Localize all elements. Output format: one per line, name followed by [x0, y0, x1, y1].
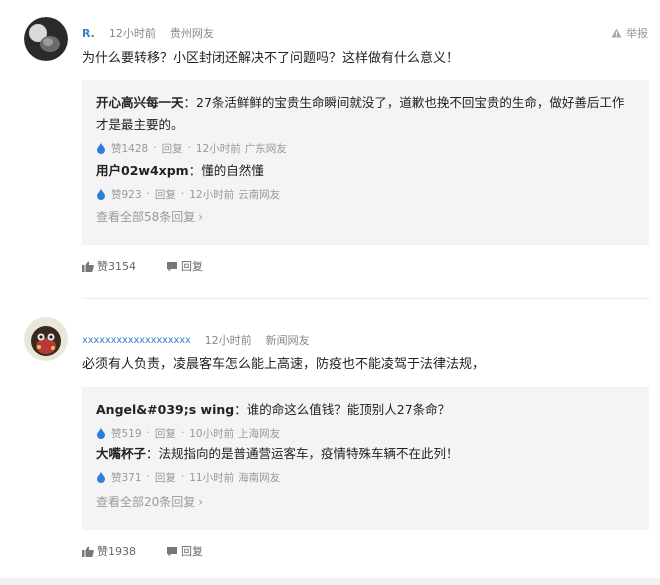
reply-text: ：法规指向的是普通营运客车，疫情特殊车辆不在此列！: [146, 446, 459, 461]
avatar[interactable]: [24, 317, 68, 361]
chevron-right-icon: ›: [198, 494, 204, 509]
reply-text-line: 开心高兴每一天：27条活鲜鲜的宝贵生命瞬间就没了，道歉也挽不回宝贵的生命，做好善…: [96, 92, 636, 136]
like-button[interactable]: 赞3154: [82, 258, 136, 274]
report-label: 举报: [626, 27, 648, 40]
reply-location: 云南网友: [238, 188, 281, 201]
comment-time: 12小时前: [108, 27, 156, 40]
reply-meta: 赞519 · 回复 · 10小时前 上海网友: [96, 425, 636, 441]
view-all-label: 查看全部20条回复: [96, 495, 196, 509]
reply-like-count: 赞371: [111, 471, 142, 484]
view-all-label: 查看全部58条回复: [96, 210, 196, 224]
reply-item: Angel&#039;s wing：谁的命这么值钱？能顶别人27条命？ 赞519…: [96, 399, 636, 441]
chevron-right-icon: ›: [198, 209, 204, 224]
reply-like-count: 赞519: [111, 427, 142, 440]
comment-text: 为什么要转移？小区封闭还解决不了问题吗？这样做有什么意义！: [82, 51, 460, 66]
reply-time: 12小时前: [189, 188, 235, 201]
reply-time: 10小时前: [189, 427, 235, 440]
reply-button[interactable]: 回复: [166, 543, 203, 559]
reply-location: 广东网友: [244, 142, 287, 155]
reply-reply-button[interactable]: 回复: [162, 141, 183, 156]
reply-time: 12小时前: [195, 142, 241, 155]
comment-meta: xxxxxxxxxxxxxxxxxxx 12小时前 新闻网友: [82, 330, 310, 350]
comment-actions: 赞3154 回复: [82, 258, 203, 274]
reply-text-line: 大嘴杯子：法规指向的是普通营运客车，疫情特殊车辆不在此列！: [96, 443, 636, 465]
comment-time: 12小时前: [204, 334, 252, 347]
username-link[interactable]: xxxxxxxxxxxxxxxxxxx: [82, 335, 191, 346]
like-button[interactable]: 赞1938: [82, 543, 136, 559]
comment-item: R. 12小时前 贵州网友 举报 为什么要转移？小区封闭还解决不了问题吗？这样做…: [0, 0, 660, 298]
view-all-replies-link[interactable]: 查看全部20条回复 ›: [96, 493, 203, 510]
reply-item: 用户02w4xpm：懂的自然懂 赞923 · 回复 · 12小时前 云南网友: [96, 160, 636, 202]
comment-actions: 赞1938 回复: [82, 543, 203, 559]
warning-icon: [611, 28, 622, 38]
view-all-replies-link[interactable]: 查看全部58条回复 ›: [96, 208, 203, 225]
bottom-band: [0, 578, 660, 585]
reply-item: 大嘴杯子：法规指向的是普通营运客车，疫情特殊车辆不在此列！ 赞371 · 回复 …: [96, 443, 636, 485]
like-count: 赞1938: [97, 545, 136, 558]
thumbs-up-icon: [97, 471, 105, 483]
report-button[interactable]: 举报: [611, 25, 648, 41]
reply-meta: 赞1428 · 回复 · 12小时前 广东网友: [96, 140, 636, 156]
reply-text: ：谁的命这么值钱？能顶别人27条命？: [234, 402, 451, 417]
thumbs-up-icon: [97, 142, 105, 154]
comment-location: 贵州网友: [169, 27, 214, 40]
comment-item: xxxxxxxxxxxxxxxxxxx 12小时前 新闻网友 必须有人负责，凌晨…: [0, 299, 660, 585]
reply-text-line: 用户02w4xpm：懂的自然懂: [96, 160, 636, 182]
reply-text-line: Angel&#039;s wing：谁的命这么值钱？能顶别人27条命？: [96, 399, 636, 421]
reply-username[interactable]: 开心高兴每一天: [96, 95, 184, 110]
reply-reply-button[interactable]: 回复: [155, 187, 176, 202]
reply-meta: 赞923 · 回复 · 12小时前 云南网友: [96, 186, 636, 202]
avatar[interactable]: [24, 17, 68, 61]
thumbs-up-icon: [82, 546, 94, 557]
reply-item: 开心高兴每一天：27条活鲜鲜的宝贵生命瞬间就没了，道歉也挽不回宝贵的生命，做好善…: [96, 92, 636, 156]
reply-list: Angel&#039;s wing：谁的命这么值钱？能顶别人27条命？ 赞519…: [82, 387, 649, 530]
reply-label: 回复: [181, 260, 203, 273]
reply-button[interactable]: 回复: [166, 258, 203, 274]
reply-like-count: 赞923: [111, 188, 142, 201]
reply-meta: 赞371 · 回复 · 11小时前 海南网友: [96, 469, 636, 485]
reply-location: 上海网友: [238, 427, 281, 440]
reply-reply-button[interactable]: 回复: [155, 426, 176, 441]
speech-bubble-icon: [167, 261, 177, 271]
reply-time: 11小时前: [189, 471, 235, 484]
reply-like-count: 赞1428: [111, 142, 149, 155]
reply-location: 海南网友: [238, 471, 281, 484]
reply-username[interactable]: 用户02w4xpm: [96, 163, 189, 178]
like-count: 赞3154: [97, 260, 136, 273]
reply-reply-button[interactable]: 回复: [155, 470, 176, 485]
reply-username[interactable]: Angel&#039;s wing: [96, 402, 234, 417]
comment-text: 必须有人负责，凌晨客车怎么能上高速，防疫也不能凌驾于法律法规，: [82, 357, 486, 372]
comment-meta: R. 12小时前 贵州网友: [82, 23, 214, 43]
thumbs-up-icon: [97, 188, 105, 200]
comment-location: 新闻网友: [265, 334, 310, 347]
reply-like-button[interactable]: 赞923: [96, 187, 142, 202]
reply-like-button[interactable]: 赞1428: [96, 141, 148, 156]
thumbs-up-icon: [82, 261, 94, 272]
reply-username[interactable]: 大嘴杯子: [96, 446, 146, 461]
reply-text: ：懂的自然懂: [188, 163, 264, 178]
username-link[interactable]: R.: [82, 27, 95, 40]
reply-like-button[interactable]: 赞371: [96, 470, 142, 485]
reply-list: 开心高兴每一天：27条活鲜鲜的宝贵生命瞬间就没了，道歉也挽不回宝贵的生命，做好善…: [82, 80, 649, 245]
thumbs-up-icon: [97, 427, 105, 439]
speech-bubble-icon: [167, 546, 177, 556]
reply-like-button[interactable]: 赞519: [96, 426, 142, 441]
reply-label: 回复: [181, 545, 203, 558]
